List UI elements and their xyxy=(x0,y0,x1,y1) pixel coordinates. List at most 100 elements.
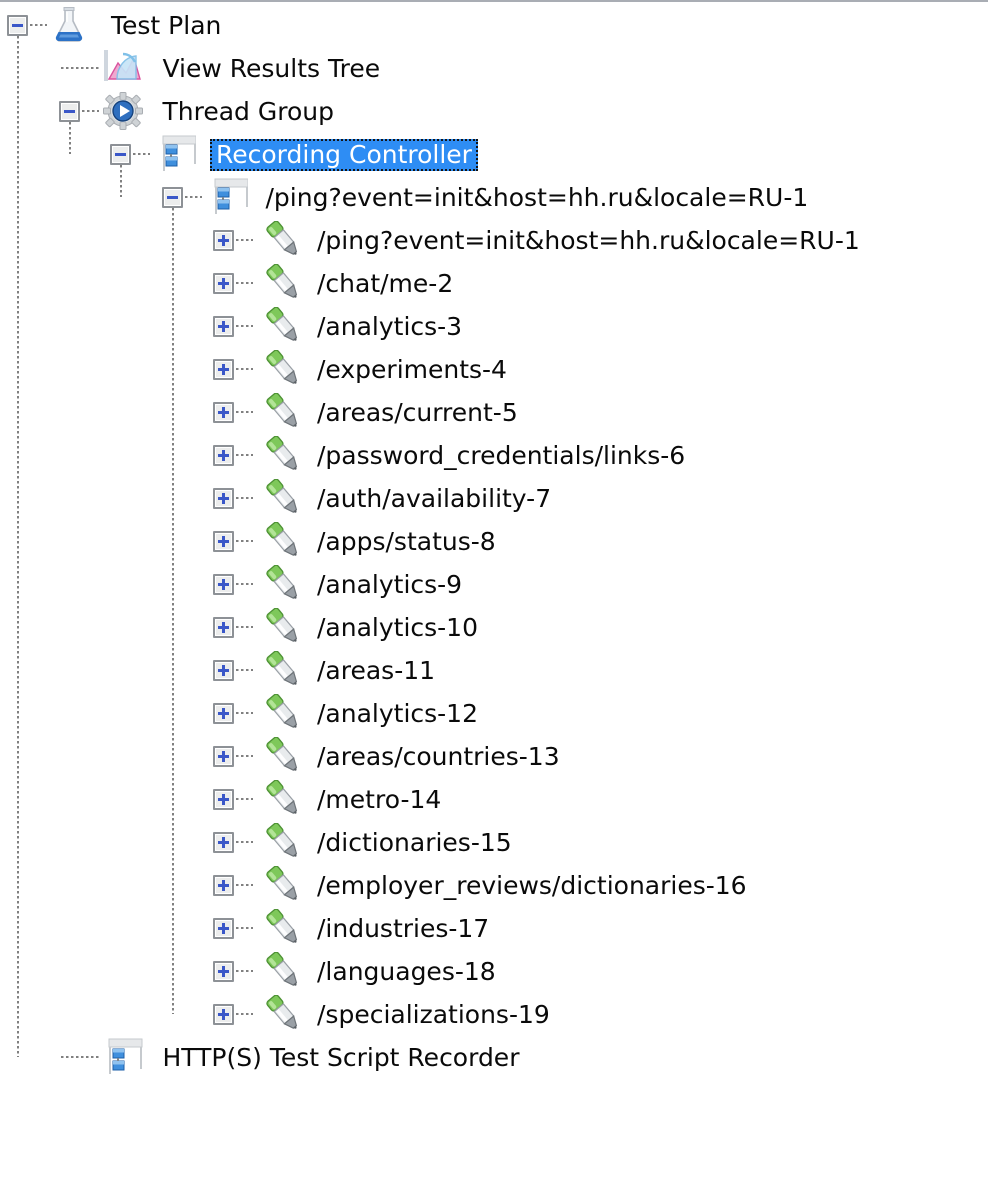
expand-toggle-sampler-15[interactable] xyxy=(213,832,234,853)
expand-toggle-sampler-2[interactable] xyxy=(213,273,234,294)
tree-connector-stub xyxy=(236,712,253,714)
collapse-toggle-test-plan[interactable] xyxy=(7,15,28,36)
expand-toggle-sampler-8[interactable] xyxy=(213,531,234,552)
tree-connector-stub xyxy=(236,1013,253,1015)
tree-node-label[interactable]: /ping?event=init&host=hh.ru&locale=RU-1 xyxy=(266,183,809,213)
tree-connector-stub xyxy=(236,755,253,757)
tree-connector-spine xyxy=(171,208,174,1014)
tree-node-label[interactable]: HTTP(S) Test Script Recorder xyxy=(163,1043,520,1073)
http-sampler-pipette-icon xyxy=(257,908,305,953)
expand-toggle-sampler-19[interactable] xyxy=(213,1004,234,1025)
tree-node-label[interactable]: /industries-17 xyxy=(317,914,489,944)
tree-connector-stub xyxy=(236,497,253,499)
tree-connector-stub xyxy=(236,454,253,456)
tree-node-label[interactable]: /areas/current-5 xyxy=(317,398,518,428)
tree-connector-stub xyxy=(236,583,253,585)
tree-node-label[interactable]: /apps/status-8 xyxy=(317,527,496,557)
http-sampler-pipette-icon xyxy=(257,951,305,996)
http-sampler-pipette-icon xyxy=(257,736,305,781)
tree-node-label-text: Recording Controller xyxy=(216,140,472,169)
tree-node-label[interactable]: /specializations-19 xyxy=(317,1000,550,1030)
tree-node-label[interactable]: /areas/countries-13 xyxy=(317,742,560,772)
tree-connector-stub xyxy=(30,24,47,26)
http-sampler-pipette-icon xyxy=(257,607,305,652)
tree-connector-stub xyxy=(81,110,99,112)
controller-icon xyxy=(154,135,197,177)
expand-toggle-sampler-11[interactable] xyxy=(213,660,234,681)
http-sampler-pipette-icon xyxy=(257,865,305,910)
http-sampler-pipette-icon xyxy=(257,263,305,308)
tree-connector-stub xyxy=(236,841,253,843)
tree-node-label[interactable]: View Results Tree xyxy=(163,54,381,84)
http-sampler-pipette-icon xyxy=(257,994,305,1039)
tree-connector-stub xyxy=(236,798,253,800)
thread-group-gear-icon xyxy=(102,92,143,134)
tree-connector-stub xyxy=(236,669,253,671)
tree-node-label[interactable]: /metro-14 xyxy=(317,785,441,815)
tree-connector-spine xyxy=(120,165,122,197)
test-plan-tree-panel[interactable]: Test Plan View Results Tree Thread Group… xyxy=(0,0,988,1182)
tree-node-label[interactable]: /experiments-4 xyxy=(317,355,507,385)
expand-toggle-sampler-16[interactable] xyxy=(213,875,234,896)
http-sampler-pipette-icon xyxy=(257,693,305,738)
http-sampler-pipette-icon xyxy=(257,779,305,824)
view-results-tree-chart-icon xyxy=(103,49,141,87)
tree-connector-stub xyxy=(236,626,253,628)
tree-connector-stub xyxy=(236,282,253,284)
http-sampler-pipette-icon xyxy=(257,349,305,394)
tree-node-label[interactable]: /dictionaries-15 xyxy=(317,828,512,858)
expand-toggle-sampler-6[interactable] xyxy=(213,445,234,466)
expand-toggle-sampler-4[interactable] xyxy=(213,359,234,380)
tree-connector-stub xyxy=(236,884,253,886)
tree-node-label[interactable]: /ping?event=init&host=hh.ru&locale=RU-1 xyxy=(317,226,860,256)
tree-node-label[interactable]: /areas-11 xyxy=(317,656,435,686)
http-sampler-pipette-icon xyxy=(257,564,305,609)
http-sampler-pipette-icon xyxy=(257,478,305,523)
http-sampler-pipette-icon xyxy=(257,521,305,566)
expand-toggle-sampler-5[interactable] xyxy=(213,402,234,423)
tree-node-label[interactable]: Test Plan xyxy=(111,11,221,41)
collapse-toggle-transaction-ping-1[interactable] xyxy=(161,187,183,208)
tree-node-label[interactable]: /analytics-10 xyxy=(317,613,478,643)
tree-connector-stub xyxy=(236,540,253,542)
tree-connector-stub xyxy=(133,153,150,155)
tree-connector-spine xyxy=(17,36,19,1057)
expand-toggle-sampler-9[interactable] xyxy=(213,574,234,595)
http-sampler-pipette-icon xyxy=(257,435,305,480)
tree-node-label[interactable]: /analytics-3 xyxy=(317,312,462,342)
tree-node-label-selected[interactable]: Recording Controller xyxy=(210,139,478,171)
collapse-toggle-thread-group[interactable] xyxy=(58,101,80,122)
tree-node-label[interactable]: /chat/me-2 xyxy=(317,269,453,299)
http-sampler-pipette-icon xyxy=(257,220,305,265)
http-sampler-pipette-icon xyxy=(257,650,305,695)
expand-toggle-sampler-12[interactable] xyxy=(213,703,234,724)
test-plan-flask-icon xyxy=(51,6,87,48)
tree-node-label[interactable]: /analytics-9 xyxy=(317,570,462,600)
tree-connector-stub xyxy=(236,927,253,929)
tree-connector-stub xyxy=(236,325,253,327)
expand-toggle-sampler-7[interactable] xyxy=(213,488,234,509)
tree-node-label[interactable]: /analytics-12 xyxy=(317,699,478,729)
expand-toggle-sampler-3[interactable] xyxy=(213,316,234,337)
tree-node-label[interactable]: /password_credentials/links-6 xyxy=(317,441,685,471)
expand-toggle-sampler-10[interactable] xyxy=(213,617,234,638)
http-sampler-pipette-icon xyxy=(257,822,305,867)
expand-toggle-sampler-1[interactable] xyxy=(213,230,234,251)
tree-node-label[interactable]: /auth/availability-7 xyxy=(317,484,551,514)
http-sampler-pipette-icon xyxy=(257,306,305,351)
tree-connector-spine xyxy=(68,122,71,154)
tree-connector-stub xyxy=(236,970,253,972)
tree-connector-stub xyxy=(184,196,202,198)
http-sampler-pipette-icon xyxy=(257,392,305,437)
controller-icon xyxy=(206,178,248,220)
collapse-toggle-recording-controller[interactable] xyxy=(110,144,131,165)
expand-toggle-sampler-13[interactable] xyxy=(213,746,234,767)
tree-node-label[interactable]: Thread Group xyxy=(163,97,334,127)
expand-toggle-sampler-18[interactable] xyxy=(213,961,234,982)
tree-node-label[interactable]: /employer_reviews/dictionaries-16 xyxy=(317,871,747,901)
tree-connector-stub xyxy=(236,411,253,413)
expand-toggle-sampler-17[interactable] xyxy=(213,918,234,939)
tree-node-label[interactable]: /languages-18 xyxy=(317,957,496,987)
expand-toggle-sampler-14[interactable] xyxy=(213,789,234,810)
recorder-icon xyxy=(103,1038,145,1080)
